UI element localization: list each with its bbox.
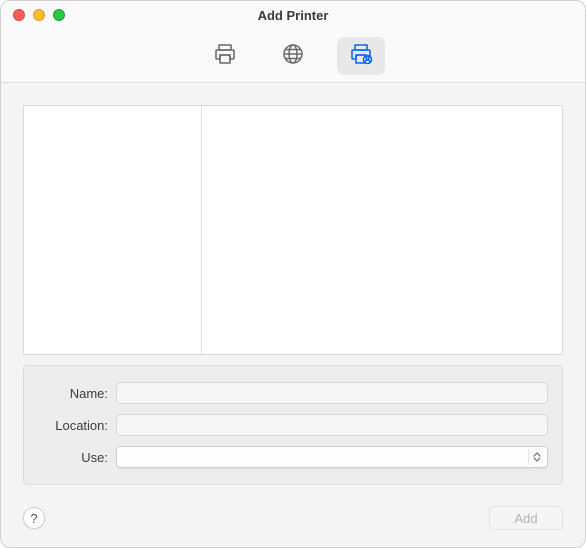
tab-default[interactable] xyxy=(201,37,249,75)
zoom-icon[interactable] xyxy=(53,9,65,21)
location-field[interactable] xyxy=(116,414,548,436)
close-icon[interactable] xyxy=(13,9,25,21)
browse-printer-list[interactable] xyxy=(202,106,562,354)
titlebar: Add Printer xyxy=(1,1,585,29)
content-area: Name: Location: Use: xyxy=(1,83,585,499)
name-field[interactable] xyxy=(116,382,548,404)
use-label: Use: xyxy=(38,450,116,465)
details-panel: Name: Location: Use: xyxy=(23,365,563,485)
tab-windows[interactable] xyxy=(337,37,385,75)
use-select[interactable] xyxy=(116,446,548,468)
add-printer-window: Add Printer xyxy=(0,0,586,548)
location-label: Location: xyxy=(38,418,116,433)
window-controls xyxy=(13,9,65,21)
add-button-label: Add xyxy=(514,511,537,526)
help-icon: ? xyxy=(30,511,37,526)
minimize-icon[interactable] xyxy=(33,9,45,21)
footer: ? Add xyxy=(1,499,585,547)
browse-source-list[interactable] xyxy=(24,106,202,354)
help-button[interactable]: ? xyxy=(23,507,45,529)
window-title: Add Printer xyxy=(1,8,585,23)
add-button[interactable]: Add xyxy=(489,506,563,530)
globe-icon xyxy=(281,42,305,69)
chevron-up-down-icon xyxy=(528,449,544,465)
printer-icon xyxy=(213,42,237,69)
name-label: Name: xyxy=(38,386,116,401)
shared-printer-icon xyxy=(349,42,373,69)
browse-panel xyxy=(23,105,563,355)
toolbar xyxy=(1,29,585,83)
tab-ip[interactable] xyxy=(269,37,317,75)
